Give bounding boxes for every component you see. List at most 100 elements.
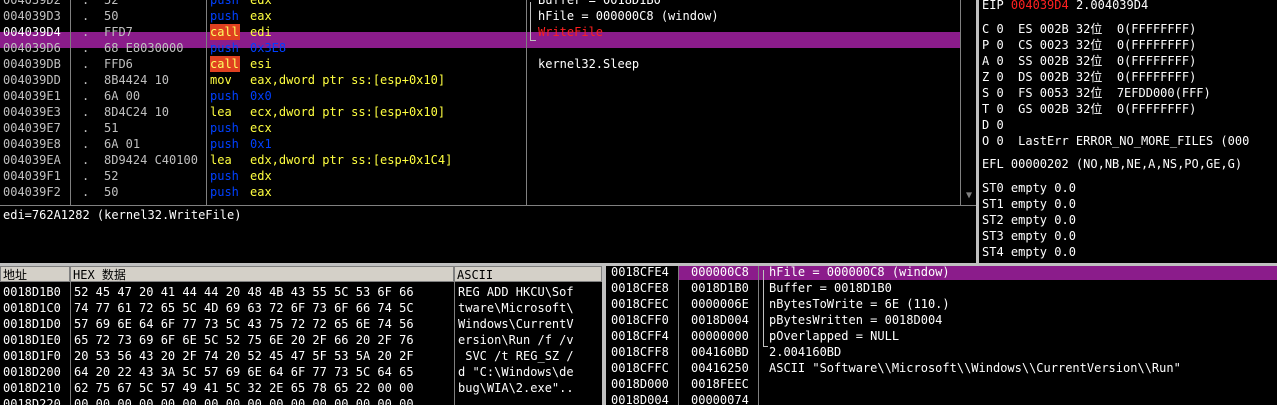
flag-row[interactable]: Z 0 DS 002B 32位 0(FFFFFFFF)	[982, 69, 1196, 85]
disasm-mnemonic: lea	[210, 105, 232, 119]
stack-address: 0018CFF4	[611, 329, 669, 343]
dump-address: 0018D1C0	[3, 301, 61, 315]
stack-comment: Buffer = 0018D1B0	[769, 281, 892, 295]
stack-value: 000000C8	[691, 266, 749, 279]
stack-pane[interactable]: 0018CFE4 000000C8 hFile = 000000C8 (window…	[606, 266, 1277, 405]
flag-row[interactable]: T 0 GS 002B 32位 0(FFFFFFFF)	[982, 101, 1196, 117]
dump-row[interactable]: 0018D1C0 74 77 61 72 65 5C 4D 69 63 72 6F…	[0, 300, 602, 316]
flag-row[interactable]: S 0 FS 0053 32位 7EFDD000(FFF)	[982, 85, 1211, 101]
eip-value[interactable]: 004039D4	[1011, 0, 1069, 12]
disasm-operands: ecx,dword ptr ss:[esp+0x10]	[250, 105, 446, 119]
disasm-dot: .	[82, 41, 90, 55]
disasm-row[interactable]: 004039D6. 68 E8030000 push 0x3E8	[0, 40, 960, 56]
flag-row[interactable]: D 0	[982, 117, 1004, 133]
stack-address: 0018CFFC	[611, 361, 669, 375]
disasm-operands: 0x1	[250, 137, 272, 151]
disasm-row[interactable]: 004039DD. 8B4424 10 mov eax,dword ptr ss:[e…	[0, 72, 960, 88]
disasm-scrollbar[interactable]: ▼	[960, 0, 977, 205]
disasm-hex: 50	[104, 185, 119, 199]
disasm-hex: 6A 00	[104, 89, 141, 103]
disasm-row[interactable]: 004039E7. 51 push ecx	[0, 120, 960, 136]
disassembly-pane[interactable]: 004039D2. 52 push edx 004039D3. 50 push eax 0040…	[0, 0, 960, 205]
stack-row-selected[interactable]: 0018CFE4 000000C8 hFile = 000000C8 (window…	[606, 266, 1277, 280]
stack-row[interactable]: 0018CFEC 0000006E nBytesToWrite = 6E (110.…	[606, 296, 1277, 312]
stack-address: 0018CFF0	[611, 313, 669, 327]
stack-value: 00416250	[691, 361, 749, 375]
stack-row[interactable]: 0018CFFC 00416250 ASCII "Software\\Microso…	[606, 360, 1277, 376]
dump-row[interactable]: 0018D1D0 57 69 6E 64 6F 77 73 5C 43 75 72…	[0, 316, 602, 332]
stack-row[interactable]: 0018D004 00000074	[606, 392, 1277, 405]
fpu-register[interactable]: ST0 empty 0.0	[982, 180, 1076, 196]
disasm-address: 004039F1	[3, 169, 61, 183]
disasm-address: 004039E8	[3, 137, 61, 151]
dump-header-ascii[interactable]: ASCII	[454, 266, 602, 282]
disasm-dot: .	[82, 89, 90, 103]
disasm-address: 004039D6	[3, 41, 61, 55]
dump-address: 0018D210	[3, 381, 61, 395]
stack-row[interactable]: 0018D000 0018FEEC	[606, 376, 1277, 392]
disasm-operands: edx,dword ptr ss:[esp+0x1C4]	[250, 153, 453, 167]
stack-address: 0018D004	[611, 393, 669, 405]
disasm-dot: .	[82, 153, 90, 167]
stack-row[interactable]: 0018CFE8 0018D1B0 Buffer = 0018D1B0	[606, 280, 1277, 296]
disasm-row[interactable]: 004039F2. 50 push eax	[0, 184, 960, 200]
disasm-operands: edi	[250, 25, 272, 39]
info-pane: edi=762A1282 (kernel32.WriteFile)	[0, 205, 976, 264]
dump-address: 0018D1D0	[3, 317, 61, 331]
stack-row[interactable]: 0018CFF0 0018D004 pBytesWritten = 0018D004	[606, 312, 1277, 328]
dump-ascii: Windows\CurrentV	[458, 317, 574, 331]
flag-row[interactable]: P 0 CS 0023 32位 0(FFFFFFFF)	[982, 37, 1196, 53]
disasm-row[interactable]: 004039DB. FFD6 call esi	[0, 56, 960, 72]
disasm-row[interactable]: 004039E1. 6A 00 push 0x0	[0, 88, 960, 104]
disasm-row[interactable]: 004039D4. FFD7 call edi	[0, 24, 960, 40]
disasm-row[interactable]: 004039D3. 50 push eax	[0, 8, 960, 24]
dump-header-hex[interactable]: HEX 数据	[70, 266, 454, 282]
dump-row[interactable]: 0018D200 64 20 22 43 3A 5C 57 69 6E 64 6F…	[0, 364, 602, 380]
flag-row[interactable]: A 0 SS 002B 32位 0(FFFFFFFF)	[982, 53, 1196, 69]
dump-row[interactable]: 0018D220 00 00 00 00 00 00 00 00 00 00 00…	[0, 396, 602, 405]
fpu-register[interactable]: ST2 empty 0.0	[982, 212, 1076, 228]
fpu-register[interactable]: ST1 empty 0.0	[982, 196, 1076, 212]
dump-pane[interactable]: 地址 HEX 数据 ASCII 0018D1B0 52 45 47 20 41 4…	[0, 266, 602, 405]
disasm-address: 004039F2	[3, 185, 61, 199]
disasm-row[interactable]: 004039D2. 52 push edx	[0, 0, 960, 8]
stack-address: 0018CFF8	[611, 345, 669, 359]
dump-hex: 74 77 61 72 65 5C 4D 69 63 72 6F 73 6F 6…	[74, 301, 414, 315]
disasm-comment: Buffer = 0018D1B0	[538, 0, 661, 7]
flag-row[interactable]: O 0 LastErr ERROR_NO_MORE_FILES (000	[982, 133, 1249, 149]
disasm-address: 004039E1	[3, 89, 61, 103]
dump-hex: 64 20 22 43 3A 5C 57 69 6E 64 6F 77 73 5…	[74, 365, 414, 379]
dump-ascii: bug\WIA\2.exe"..	[458, 381, 574, 395]
dump-header-addr[interactable]: 地址	[0, 266, 70, 282]
flag-row[interactable]: C 0 ES 002B 32位 0(FFFFFFFF)	[982, 21, 1196, 37]
disasm-mnemonic: push	[210, 185, 239, 199]
fpu-register[interactable]: ST4 empty 0.0	[982, 244, 1076, 260]
eip-comment: 2.004039D4	[1075, 0, 1149, 12]
dump-hex: 57 69 6E 64 6F 77 73 5C 43 75 72 72 65 6…	[74, 317, 414, 331]
stack-value: 00000074	[691, 393, 749, 405]
dump-ascii: REG ADD HKCU\Sof	[458, 285, 574, 299]
fpu-register[interactable]: ST3 empty 0.0	[982, 228, 1076, 244]
stack-row[interactable]: 0018CFF4 00000000 pOverlapped = NULL	[606, 328, 1277, 344]
disasm-comment: kernel32.Sleep	[538, 57, 640, 71]
disasm-row[interactable]: 004039F1. 52 push edx	[0, 168, 960, 184]
disasm-mnemonic: push	[210, 0, 239, 7]
disasm-hex: 6A 01	[104, 137, 141, 151]
dump-row[interactable]: 0018D1E0 65 72 73 69 6F 6E 5C 52 75 6E 20…	[0, 332, 602, 348]
dump-row[interactable]: 0018D1F0 20 53 56 43 20 2F 74 20 52 45 47…	[0, 348, 602, 364]
registers-pane[interactable]: EIP 004039D4 2.004039D4 C 0 ES 002B 32位 …	[979, 0, 1277, 263]
disasm-comment: hFile = 000000C8 (window)	[538, 9, 719, 23]
disasm-row[interactable]: 004039E8. 6A 01 push 0x1	[0, 136, 960, 152]
stack-row[interactable]: 0018CFF8 004160BD 2.004160BD	[606, 344, 1277, 360]
stack-comment: nBytesToWrite = 6E (110.)	[769, 297, 950, 311]
disasm-row[interactable]: 004039E3. 8D4C24 10 lea ecx,dword ptr ss:[e…	[0, 104, 960, 120]
eip-label: EIP	[982, 0, 1004, 12]
disasm-operands: esi	[250, 57, 272, 71]
dump-row[interactable]: 0018D210 62 75 67 5C 57 49 41 5C 32 2E 65…	[0, 380, 602, 396]
disasm-row[interactable]: 004039EA. 8D9424 C40100 lea edx,dword ptr s…	[0, 152, 960, 168]
dump-row[interactable]: 0018D1B0 52 45 47 20 41 44 44 20 48 4B 43…	[0, 284, 602, 300]
dump-address: 0018D1F0	[3, 349, 61, 363]
disasm-dot: .	[82, 57, 90, 71]
scroll-down-icon[interactable]: ▼	[961, 188, 977, 204]
stack-address: 0018CFEC	[611, 297, 669, 311]
